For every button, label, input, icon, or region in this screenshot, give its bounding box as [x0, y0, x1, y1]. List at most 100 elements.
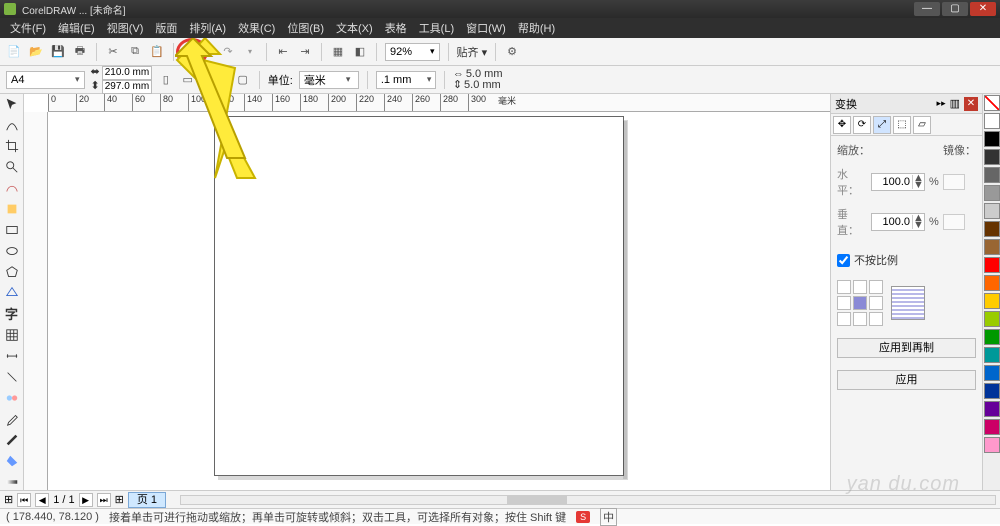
smart-fill-icon[interactable]	[3, 200, 21, 217]
menu-bitmap[interactable]: 位图(B)	[281, 20, 330, 36]
snap-dropdown[interactable]: 贴齐 ▾	[457, 44, 488, 60]
polygon-tool-icon[interactable]	[3, 263, 21, 280]
color-swatch[interactable]	[984, 329, 1000, 345]
freehand-tool-icon[interactable]	[3, 180, 21, 197]
rectangle-tool-icon[interactable]	[3, 221, 21, 238]
ime-indicator-icon[interactable]: S	[576, 511, 590, 523]
color-swatch[interactable]	[984, 131, 1000, 147]
color-swatch[interactable]	[984, 275, 1000, 291]
prev-page-button[interactable]: ◀	[35, 493, 49, 507]
interactive-fill-icon[interactable]	[3, 473, 21, 490]
menu-file[interactable]: 文件(F)	[4, 20, 52, 36]
docker-close-icon[interactable]: ✕	[964, 97, 978, 111]
paste-icon[interactable]: 📋	[149, 44, 165, 60]
redo-dropdown-icon[interactable]: ▾	[242, 44, 258, 60]
menu-layout[interactable]: 版面	[149, 20, 183, 36]
tab-skew-icon[interactable]: ▱	[913, 116, 931, 134]
zoom-input[interactable]	[390, 46, 430, 58]
anchor-grid[interactable]	[837, 280, 883, 326]
import-icon[interactable]: ⇤	[275, 44, 291, 60]
options-icon[interactable]: ⚙	[504, 44, 520, 60]
print-icon[interactable]: 🖶	[72, 44, 88, 60]
page-width-input[interactable]	[102, 66, 152, 80]
ellipse-tool-icon[interactable]	[3, 242, 21, 259]
h-scale-spinner[interactable]: ▲▼	[871, 173, 925, 191]
save-icon[interactable]: 💾	[50, 44, 66, 60]
menu-text[interactable]: 文本(X)	[330, 20, 379, 36]
page-add-after-icon[interactable]: ⊞	[115, 493, 124, 506]
canvas[interactable]: 0 20 40 60 80 100 120 140 160 180 200 22…	[24, 94, 830, 490]
open-icon[interactable]: 📂	[28, 44, 44, 60]
menu-view[interactable]: 视图(V)	[101, 20, 150, 36]
color-swatch[interactable]	[984, 149, 1000, 165]
docker-collapse-icon[interactable]: ▸▸	[937, 98, 946, 109]
h-scale-input[interactable]	[872, 176, 912, 188]
last-page-button[interactable]: ⏭	[97, 493, 111, 507]
zoom-combo[interactable]: ▾	[385, 43, 440, 61]
portrait-icon[interactable]: ▯	[158, 72, 174, 88]
page-height-input[interactable]	[102, 80, 152, 94]
color-swatch[interactable]	[984, 383, 1000, 399]
basic-shapes-icon[interactable]	[3, 284, 21, 301]
unit-combo[interactable]: ▾	[299, 71, 359, 89]
tab-scale-icon[interactable]: ⤢	[873, 116, 891, 134]
apply-to-duplicate-button[interactable]: 应用到再制	[837, 338, 976, 358]
page-size-combo[interactable]: ▾	[6, 71, 85, 89]
color-swatch[interactable]	[984, 257, 1000, 273]
app-launcher-icon[interactable]: ▦	[330, 44, 346, 60]
copy-icon[interactable]: ⧉	[127, 44, 143, 60]
dimension-tool-icon[interactable]	[3, 348, 21, 365]
close-button[interactable]: ✕	[970, 2, 996, 16]
cut-icon[interactable]: ✂	[105, 44, 121, 60]
color-swatch[interactable]	[984, 311, 1000, 327]
redo-icon[interactable]: ↷	[220, 44, 236, 60]
color-swatch[interactable]	[984, 239, 1000, 255]
tab-rotate-icon[interactable]: ⟳	[853, 116, 871, 134]
docker-menu-icon[interactable]: ▥	[950, 97, 960, 110]
maximize-button[interactable]: ▢	[942, 2, 968, 16]
color-swatch[interactable]	[984, 185, 1000, 201]
nudge-input[interactable]	[381, 74, 425, 86]
unit-input[interactable]	[304, 74, 344, 86]
all-pages-icon[interactable]: ⿲	[213, 72, 229, 88]
v-scale-spinner[interactable]: ▲▼	[871, 213, 925, 231]
crop-tool-icon[interactable]	[3, 138, 21, 155]
color-swatch[interactable]	[984, 203, 1000, 219]
mirror-h-button[interactable]	[943, 174, 965, 190]
new-icon[interactable]: 📄	[6, 44, 22, 60]
menu-tools[interactable]: 工具(L)	[413, 20, 460, 36]
page-size-input[interactable]	[11, 74, 73, 86]
horizontal-scrollbar[interactable]	[180, 495, 996, 505]
tab-size-icon[interactable]: ⬚	[893, 116, 911, 134]
blend-tool-icon[interactable]	[3, 390, 21, 407]
color-swatch[interactable]	[984, 167, 1000, 183]
color-swatch[interactable]	[984, 419, 1000, 435]
color-swatch[interactable]	[984, 347, 1000, 363]
export-icon[interactable]: ⇥	[297, 44, 313, 60]
tab-position-icon[interactable]: ✥	[833, 116, 851, 134]
non-proportional-checkbox[interactable]	[837, 254, 850, 267]
menu-edit[interactable]: 编辑(E)	[52, 20, 101, 36]
menu-arrange[interactable]: 排列(A)	[183, 20, 232, 36]
first-page-button[interactable]: ⏮	[17, 493, 31, 507]
color-swatch[interactable]	[984, 221, 1000, 237]
color-swatch[interactable]	[984, 293, 1000, 309]
outline-tool-icon[interactable]	[3, 431, 21, 448]
menu-window[interactable]: 窗口(W)	[460, 20, 512, 36]
color-swatch[interactable]	[984, 113, 1000, 129]
color-swatch[interactable]	[984, 365, 1000, 381]
minimize-button[interactable]: —	[914, 2, 940, 16]
connector-tool-icon[interactable]	[3, 369, 21, 386]
landscape-icon[interactable]: ▭	[180, 72, 196, 88]
nudge-combo[interactable]: ▾	[376, 71, 436, 89]
color-swatch[interactable]	[984, 437, 1000, 453]
zoom-tool-icon[interactable]	[3, 159, 21, 176]
apply-button[interactable]: 应用	[837, 370, 976, 390]
menu-effects[interactable]: 效果(C)	[232, 20, 281, 36]
page-add-icon[interactable]: ⊞	[4, 493, 13, 506]
text-tool-icon[interactable]: 字	[3, 305, 21, 323]
swatch-none[interactable]	[984, 95, 1000, 111]
fill-tool-icon[interactable]	[3, 452, 21, 469]
shape-tool-icon[interactable]	[3, 117, 21, 134]
menu-help[interactable]: 帮助(H)	[512, 20, 561, 36]
